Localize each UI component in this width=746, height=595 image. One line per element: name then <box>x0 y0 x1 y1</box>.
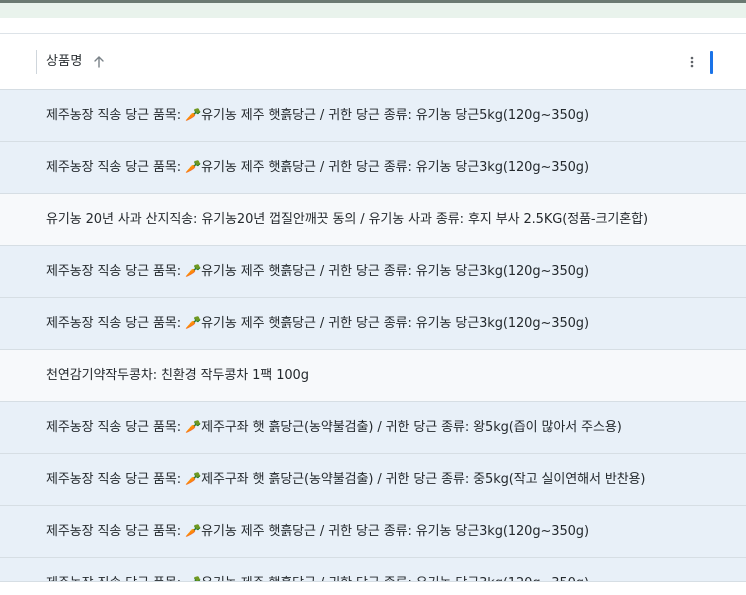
product-name-cell: 제주농장 직송 당근 품목: 🥕유기농 제주 햇흙당근 / 귀한 당근 종류: … <box>46 524 589 539</box>
top-toolbar-band <box>0 0 746 18</box>
product-name-cell: 제주농장 직송 당근 품목: 🥕제주구좌 햇 흙당근(농약불검출) / 귀한 당… <box>46 420 622 435</box>
table-row[interactable]: 제주농장 직송 당근 품목: 🥕유기농 제주 햇흙당근 / 귀한 당근 종류: … <box>0 246 746 298</box>
product-name-cell: 제주농장 직송 당근 품목: 🥕유기농 제주 햇흙당근 / 귀한 당근 종류: … <box>46 160 589 175</box>
more-vert-icon[interactable] <box>686 54 698 70</box>
table-row[interactable]: 유기농 20년 사과 산지직송: 유기농20년 껍질안깨끗 동의 / 유기농 사… <box>0 194 746 246</box>
toolbar-spacer <box>0 18 746 34</box>
product-name-cell: 제주농장 직송 당근 품목: 🥕유기농 제주 햇흙당근 / 귀한 당근 종류: … <box>46 108 589 123</box>
column-header: 상품명 <box>0 34 746 90</box>
product-name-cell: 유기농 20년 사과 산지직송: 유기농20년 껍질안깨끗 동의 / 유기농 사… <box>46 212 648 227</box>
product-name-cell: 제주농장 직송 당근 품목: 🥕유기농 제주 햇흙당근 / 귀한 당근 종류: … <box>46 316 589 331</box>
column-resize-handle[interactable] <box>710 51 713 74</box>
product-name-cell: 제주농장 직송 당근 품목: 🥕유기농 제주 햇흙당근 / 귀한 당근 종류: … <box>46 264 589 279</box>
grid-body: 제주농장 직송 당근 품목: 🥕유기농 제주 햇흙당근 / 귀한 당근 종류: … <box>0 90 746 595</box>
table-row[interactable]: 제주농장 직송 당근 품목: 🥕유기농 제주 햇흙당근 / 귀한 당근 종류: … <box>0 142 746 194</box>
column-separator[interactable] <box>36 50 37 74</box>
table-row[interactable]: 제주농장 직송 당근 품목: 🥕유기농 제주 햇흙당근 / 귀한 당근 종류: … <box>0 90 746 142</box>
table-row[interactable]: 제주농장 직송 당근 품목: 🥕유기농 제주 햇흙당근 / 귀한 당근 종류: … <box>0 506 746 558</box>
product-name-cell: 제주농장 직송 당근 품목: 🥕제주구좌 햇 흙당근(농약불검출) / 귀한 당… <box>46 472 646 487</box>
arrow-up-icon[interactable] <box>91 54 107 70</box>
column-header-product-name[interactable]: 상품명 <box>46 53 82 71</box>
table-row[interactable]: 천연감기약작두콩차: 친환경 작두콩차 1팩 100g <box>0 350 746 402</box>
table-row[interactable]: 제주농장 직송 당근 품목: 🥕유기농 제주 햇흙당근 / 귀한 당근 종류: … <box>0 298 746 350</box>
product-name-cell: 천연감기약작두콩차: 친환경 작두콩차 1팩 100g <box>46 368 309 383</box>
table-row[interactable]: 제주농장 직송 당근 품목: 🥕제주구좌 햇 흙당근(농약불검출) / 귀한 당… <box>0 402 746 454</box>
grid-bottom-edge <box>0 581 746 595</box>
table-row[interactable]: 제주농장 직송 당근 품목: 🥕제주구좌 햇 흙당근(농약불검출) / 귀한 당… <box>0 454 746 506</box>
product-grid-page: 상품명 제주농장 직송 당근 품목: 🥕유기농 제주 햇흙당근 / 귀한 당근 … <box>0 0 746 595</box>
